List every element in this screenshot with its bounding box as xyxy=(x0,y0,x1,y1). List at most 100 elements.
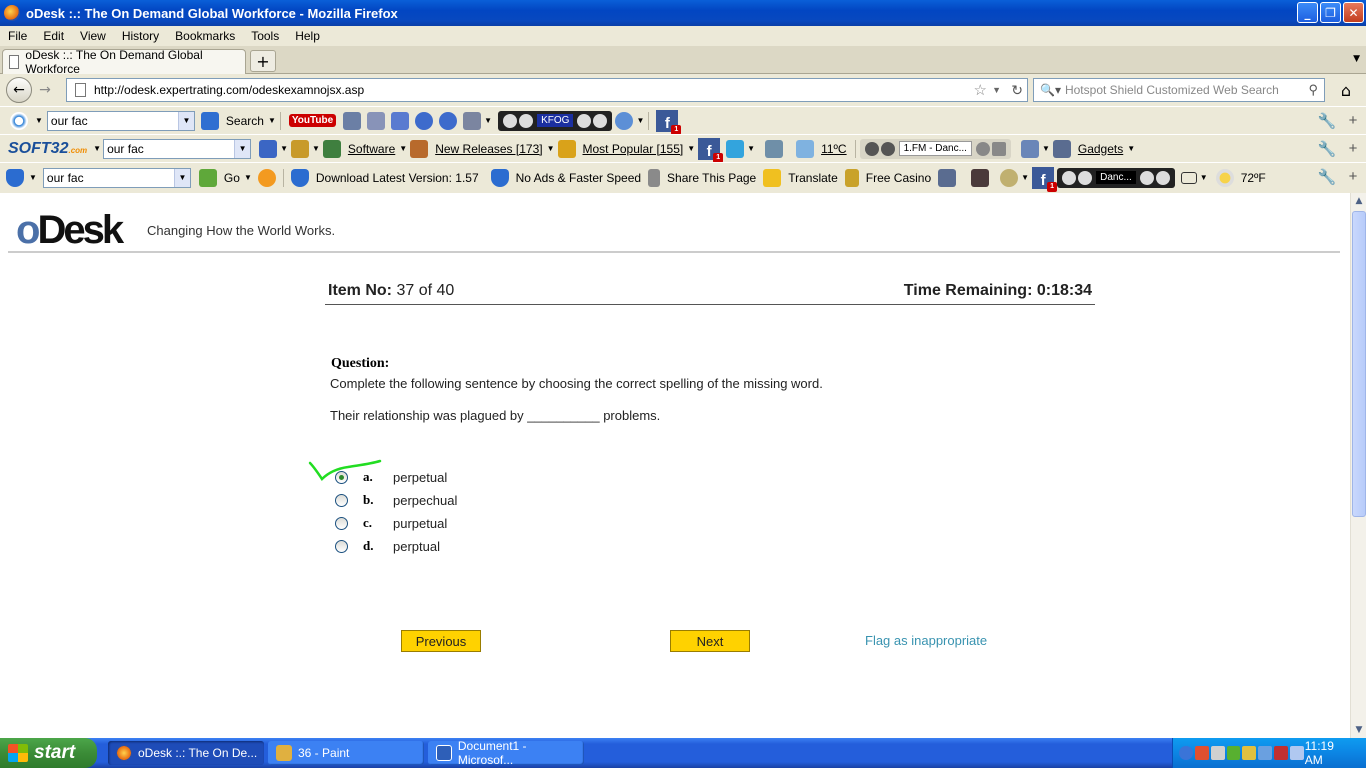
volume-icon[interactable] xyxy=(577,113,592,128)
previous-button[interactable]: Previous xyxy=(401,630,481,652)
minimize-player-icon[interactable] xyxy=(991,141,1006,156)
highlighter-icon[interactable] xyxy=(290,139,309,158)
dropdown-arrow-icon[interactable]: ▼ xyxy=(93,144,101,153)
home-icon[interactable]: ⌂ xyxy=(1333,78,1359,102)
translate-button[interactable]: Translate xyxy=(788,171,838,185)
search-icon[interactable] xyxy=(200,111,219,130)
scroll-up-icon[interactable]: ▲ xyxy=(1351,193,1366,209)
link-software[interactable]: Software xyxy=(348,142,395,156)
tray-app-icon[interactable] xyxy=(1226,746,1241,760)
search-bar[interactable]: 🔍▾ Hotspot Shield Customized Web Search … xyxy=(1033,78,1325,102)
facebook-icon[interactable]: f1 xyxy=(698,137,724,163)
stop-icon[interactable] xyxy=(503,113,518,128)
maximize-button[interactable]: ❐ xyxy=(1320,2,1341,23)
weather-temp[interactable]: 11ºC xyxy=(821,142,847,156)
toolbar3-search-input[interactable]: our fac ▼ xyxy=(42,167,191,188)
url-bar[interactable]: http://odesk.expertrating.com/odeskexamn… xyxy=(66,78,1028,102)
dropdown-arrow-icon[interactable]: ▼ xyxy=(1127,144,1135,153)
soft32-logo[interactable]: SOFT32.com xyxy=(8,140,87,158)
toolbar2-search-input[interactable]: our fac ▼ xyxy=(103,138,252,159)
free-casino-button[interactable]: Free Casino xyxy=(866,171,931,185)
dropdown-arrow-icon[interactable]: ▼ xyxy=(1021,173,1029,182)
reload-icon[interactable]: ↻ xyxy=(1011,82,1023,99)
bookmark-star-icon[interactable]: ☆ xyxy=(974,81,987,99)
wrench-icon[interactable]: 🔧 xyxy=(1314,140,1340,158)
radio-player-3[interactable]: Danc... xyxy=(1057,167,1175,188)
taskbar-item-paint[interactable]: 36 - Paint xyxy=(268,741,424,765)
radio-player-2[interactable]: 1.FM - Danc... xyxy=(859,138,1011,159)
play-icon[interactable] xyxy=(519,113,534,128)
taskbar-item-word[interactable]: Document1 - Microsof... xyxy=(428,739,584,767)
youtube-button[interactable]: YouTube xyxy=(288,114,337,127)
option-text[interactable]: purpetual xyxy=(393,516,447,531)
tray-network-icon[interactable] xyxy=(1210,746,1225,760)
tray-monitor-icon[interactable] xyxy=(1258,746,1273,760)
window-title-bar[interactable]: oDesk :.: The On Demand Global Workforce… xyxy=(0,0,1366,26)
radio-player[interactable]: KFOG xyxy=(498,110,613,131)
option-d[interactable]: d. perptual xyxy=(335,537,440,555)
radio-option-c[interactable] xyxy=(335,516,348,530)
upload-icon[interactable] xyxy=(391,111,410,130)
facebook-icon[interactable]: f1 xyxy=(656,109,682,135)
add-icon[interactable]: + xyxy=(1340,168,1366,185)
toolbar1-search-button[interactable]: Search xyxy=(226,114,264,128)
url-history-dropdown-icon[interactable]: ▼ xyxy=(992,85,1001,95)
next-button[interactable]: Next xyxy=(670,630,750,652)
menu-file[interactable]: File xyxy=(0,29,35,43)
dropdown-arrow-icon[interactable]: ▼ xyxy=(687,144,695,153)
go-icon[interactable] xyxy=(198,168,217,187)
share-page-button[interactable]: Share This Page xyxy=(667,171,756,185)
wrench-icon[interactable]: 🔧 xyxy=(1314,168,1340,186)
combo-arrow-icon[interactable]: ▼ xyxy=(173,168,190,187)
mail-icon[interactable] xyxy=(1180,171,1197,184)
add-icon[interactable]: + xyxy=(1340,140,1366,157)
globe-icon[interactable] xyxy=(765,139,784,158)
dropdown-arrow-icon[interactable]: ▼ xyxy=(1200,173,1208,182)
radio-station-2[interactable]: 1.FM - Danc... xyxy=(898,141,972,156)
scroll-down-icon[interactable]: ▼ xyxy=(1351,722,1366,738)
flag-inappropriate-link[interactable]: Flag as inappropriate xyxy=(865,633,987,648)
link-gadgets[interactable]: Gadgets xyxy=(1078,142,1123,156)
twitter-icon[interactable] xyxy=(726,139,745,158)
radio-station[interactable]: KFOG xyxy=(537,114,574,127)
new-tab-button[interactable]: + xyxy=(250,50,276,72)
link-most-popular[interactable]: Most Popular [155] xyxy=(583,142,684,156)
volume-icon[interactable] xyxy=(975,141,990,156)
tab-list-icon[interactable]: ▼ xyxy=(1353,54,1360,64)
radio-option-d[interactable] xyxy=(335,539,348,553)
tv-icon[interactable] xyxy=(971,168,990,187)
film-icon[interactable] xyxy=(343,111,362,130)
menu-bookmarks[interactable]: Bookmarks xyxy=(167,29,243,43)
combo-arrow-icon[interactable]: ▼ xyxy=(177,111,194,130)
dropdown-arrow-icon[interactable]: ▼ xyxy=(747,144,755,153)
menu-view[interactable]: View xyxy=(72,29,114,43)
forward-button[interactable]: → xyxy=(34,79,56,101)
url-text[interactable]: http://odesk.expertrating.com/odeskexamn… xyxy=(94,83,364,97)
taskbar-item-firefox[interactable]: oDesk :.: The On De... xyxy=(108,741,264,765)
stop-icon[interactable] xyxy=(864,141,879,156)
volume-icon[interactable] xyxy=(1139,170,1154,185)
tray-users-icon[interactable] xyxy=(1242,746,1257,760)
toolbar3-go-button[interactable]: Go xyxy=(224,171,240,185)
combo-arrow-icon[interactable]: ▼ xyxy=(234,139,251,158)
wrench-icon[interactable]: 🔧 xyxy=(1314,112,1340,130)
menu-help[interactable]: Help xyxy=(287,29,328,43)
back-button[interactable]: ← xyxy=(6,77,32,103)
close-button[interactable]: ✕ xyxy=(1343,2,1364,23)
tab-odesk[interactable]: oDesk :.: The On Demand Global Workforce xyxy=(2,48,246,76)
tray-shield-icon[interactable] xyxy=(1194,746,1209,760)
play-icon[interactable] xyxy=(1078,170,1093,185)
facebook-icon[interactable]: f1 xyxy=(1032,166,1058,192)
mute-icon[interactable] xyxy=(1155,170,1170,185)
screen-icon[interactable] xyxy=(1020,139,1039,158)
dropdown-arrow-icon[interactable]: ▼ xyxy=(35,116,43,125)
toolbar1-search-input[interactable]: our fac ▼ xyxy=(46,110,195,131)
go-arrow-icon[interactable] xyxy=(259,139,278,158)
link-new-releases[interactable]: New Releases [173] xyxy=(435,142,542,156)
toolbar3-weather[interactable]: 72ºF xyxy=(1241,171,1266,185)
dropdown-arrow-icon[interactable]: ▼ xyxy=(1042,144,1050,153)
dropdown-arrow-icon[interactable]: ▼ xyxy=(484,116,492,125)
option-text[interactable]: perptual xyxy=(393,539,440,554)
radio-option-b[interactable] xyxy=(335,493,348,507)
option-c[interactable]: c. purpetual xyxy=(335,514,447,532)
